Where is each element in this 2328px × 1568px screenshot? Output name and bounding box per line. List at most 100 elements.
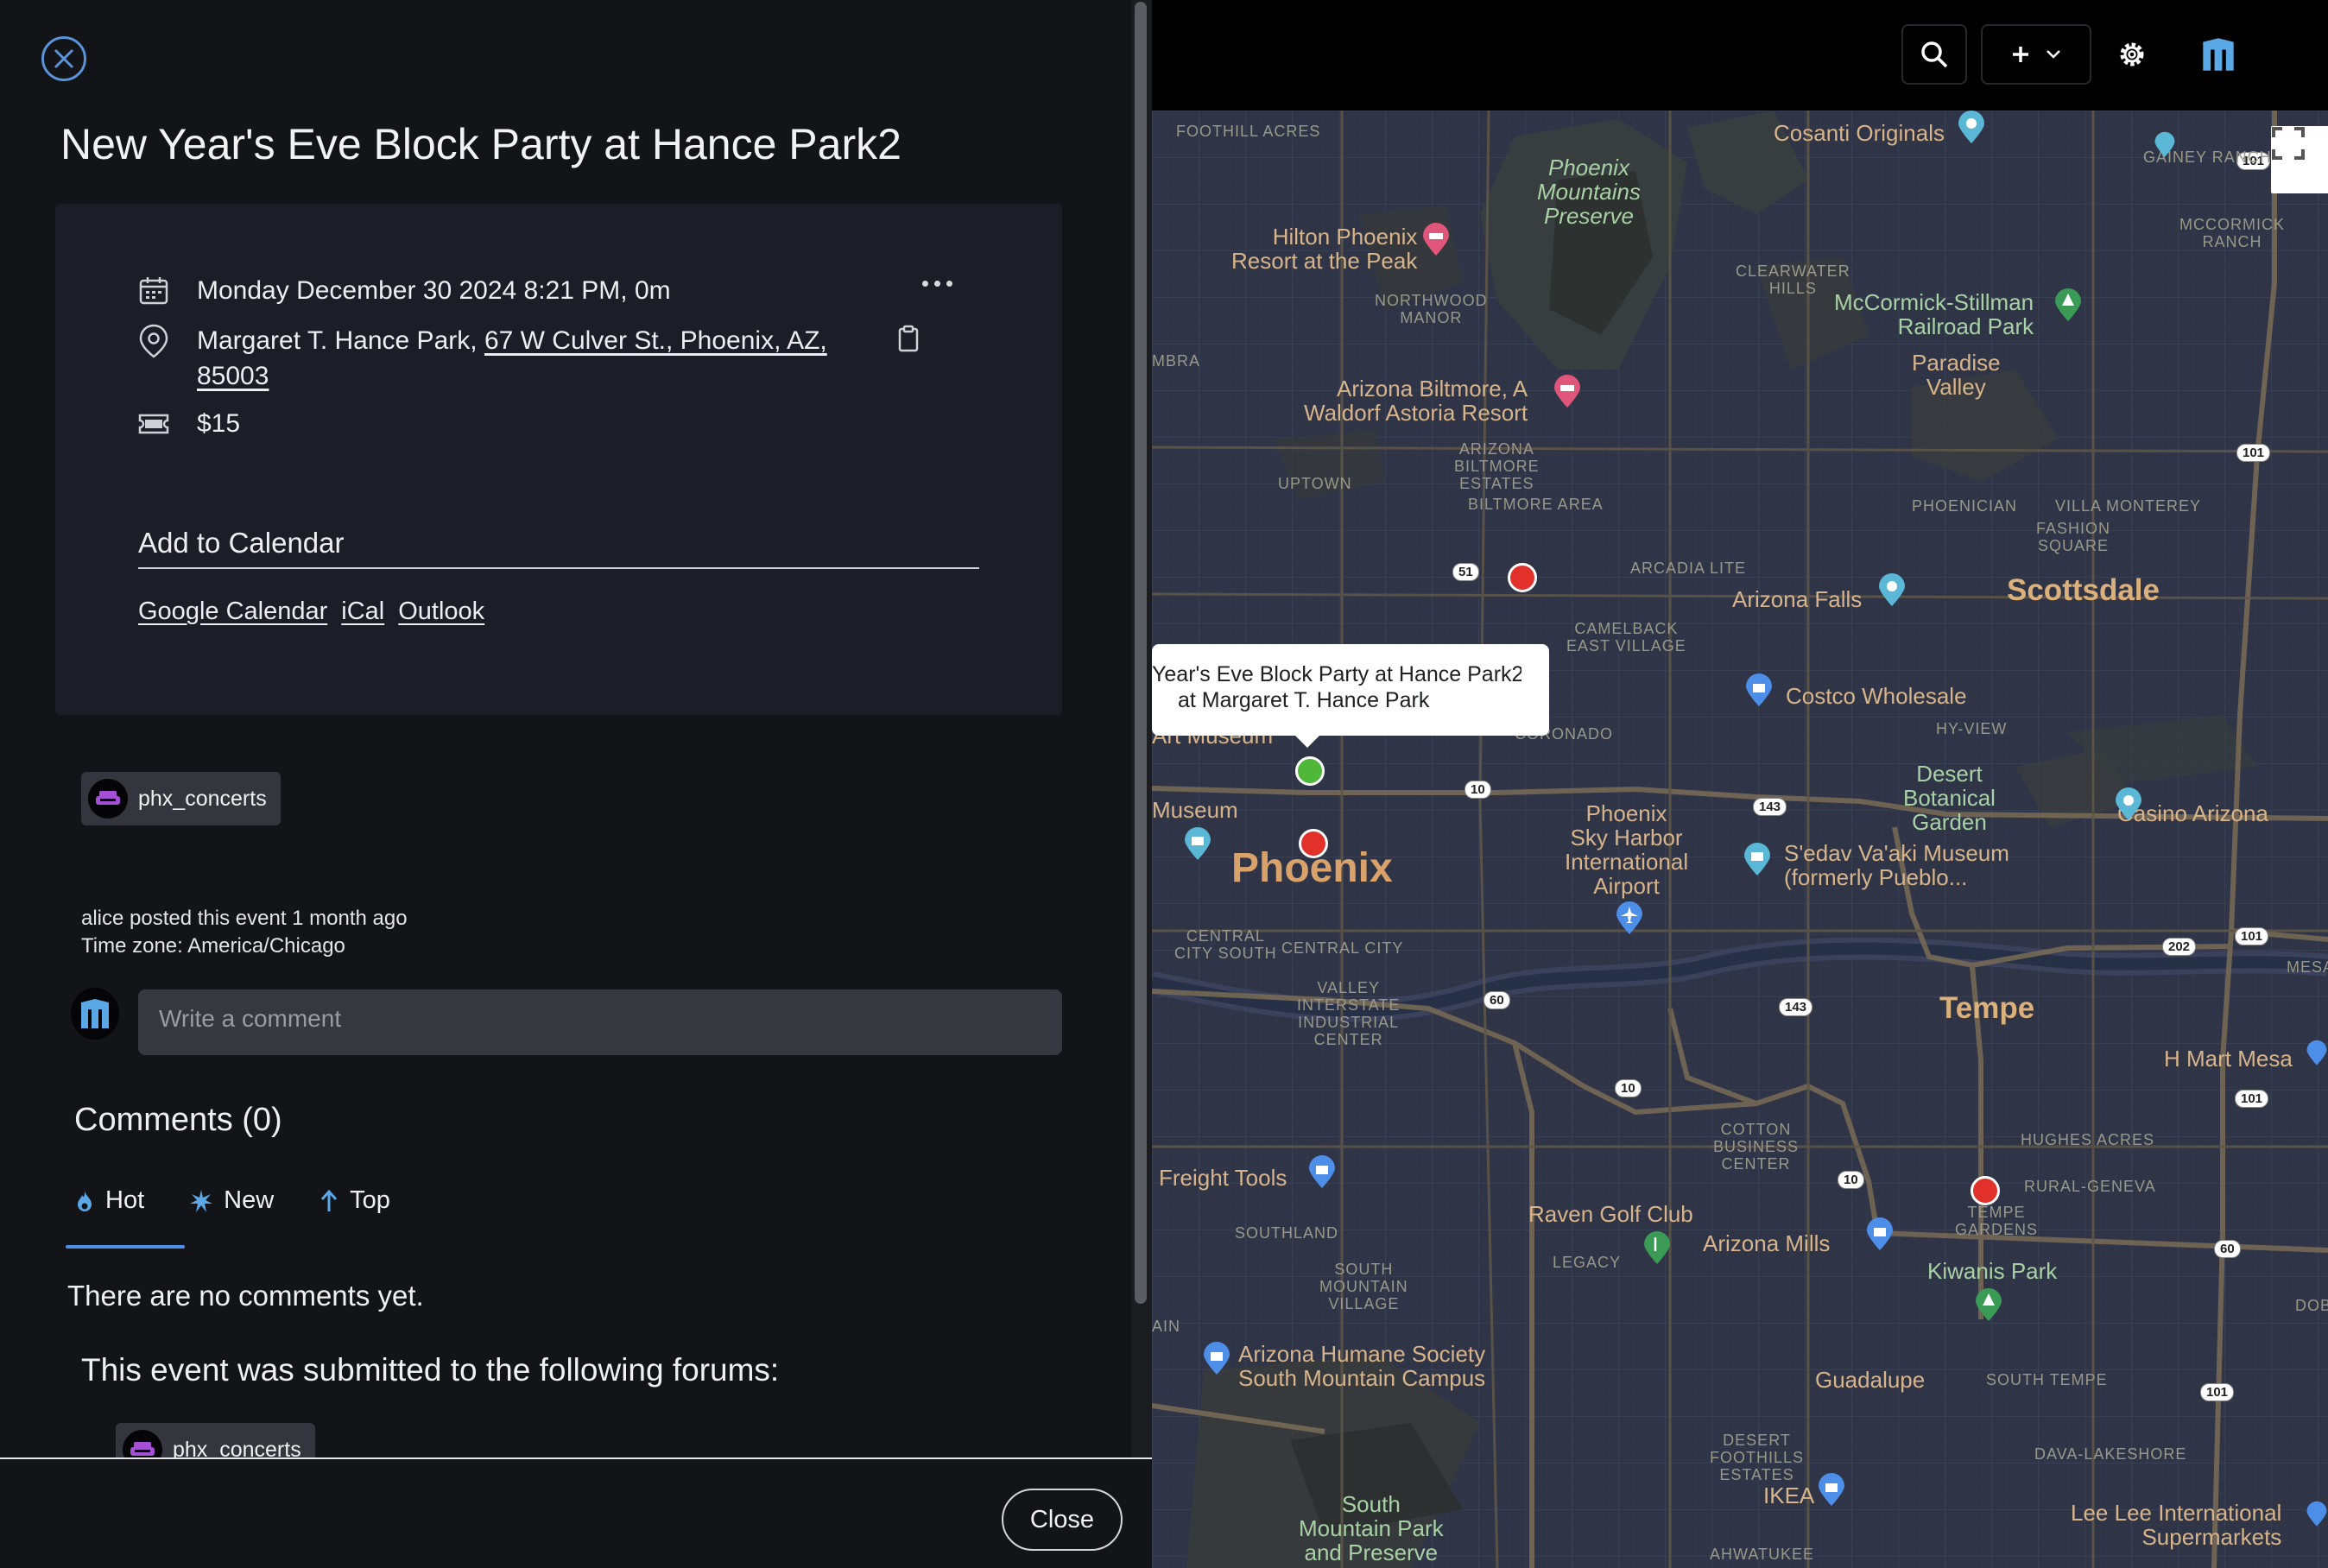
event-pin[interactable]	[1299, 829, 1328, 858]
venue-name: Margaret T. Hance Park,	[197, 326, 478, 355]
panel-footer: Close	[0, 1457, 1152, 1568]
shopping-marker-icon[interactable]	[2306, 1497, 2328, 1532]
dot-icon	[922, 280, 928, 287]
event-pin[interactable]	[1971, 1176, 2000, 1205]
add-to-calendar-label: Add to Calendar	[138, 527, 345, 559]
forum-avatar	[88, 779, 128, 819]
tab-hot-label: Hot	[105, 1186, 145, 1214]
district-label: RURAL-GENEVA	[2024, 1178, 2156, 1195]
museum-marker-icon[interactable]	[1743, 843, 1772, 877]
dot-icon	[934, 280, 940, 287]
park-label: McCormick-Stillman Railroad Park	[1834, 289, 2034, 339]
arrow-up-icon	[321, 1189, 338, 1211]
district-label: LEGACY	[1553, 1254, 1622, 1271]
district-label: AHWATUKEE	[1710, 1546, 1815, 1563]
panel-scroll-area[interactable]: New Year's Eve Block Party at Hance Park…	[0, 0, 1131, 1457]
poi-label: Freight Tools	[1159, 1165, 1287, 1191]
shopping-marker-icon[interactable]	[2306, 1036, 2328, 1071]
shopping-marker-icon[interactable]	[1744, 673, 1774, 708]
tab-top[interactable]: Top	[319, 1186, 390, 1215]
timezone-text: Time zone: America/Chicago	[81, 934, 345, 958]
tab-hot[interactable]: Hot	[74, 1186, 144, 1215]
shopping-marker-icon[interactable]	[1865, 1217, 1895, 1252]
district-label: SOUTH TEMPE	[1986, 1371, 2108, 1388]
map-view[interactable]: 101 101 101 101 101 51 10 143 143 202 60…	[1152, 111, 2328, 1568]
museum-marker-icon[interactable]	[1183, 827, 1212, 862]
fullscreen-button[interactable]	[2271, 126, 2328, 193]
poi-label: Arizona Falls	[1732, 586, 1863, 612]
user-avatar[interactable]	[71, 988, 119, 1040]
shopping-marker-icon[interactable]	[1817, 1473, 1846, 1508]
address-zip-link[interactable]: 85003	[197, 362, 269, 390]
location-pin-icon	[138, 323, 173, 358]
posted-by-text: alice posted this event 1 month ago	[81, 907, 408, 930]
highway-shield: 10	[1838, 1171, 1864, 1189]
calendar-icon	[138, 273, 173, 308]
clipboard-icon	[898, 325, 919, 352]
settings-button[interactable]	[2102, 24, 2162, 85]
camera-marker-icon[interactable]	[2154, 128, 2176, 162]
district-label: MBRA	[1152, 352, 1201, 370]
forums-heading: This event was submitted to the followin…	[81, 1352, 780, 1388]
poi-label: Hilton Phoenix Resort at the Peak	[1231, 224, 1418, 274]
popup-subtitle: at Margaret T. Hance Park	[1178, 688, 1430, 712]
poi-label: H Mart Mesa	[2164, 1046, 2293, 1072]
event-map-popup[interactable]: Year's Eve Block Party at Hance Park2 at…	[1152, 644, 1549, 736]
event-pin[interactable]	[1508, 563, 1537, 592]
district-label: DESERT FOOTHILLS ESTATES	[1710, 1432, 1805, 1483]
close-icon	[54, 48, 74, 69]
poi-label: Cosanti Originals	[1774, 120, 1945, 146]
camera-marker-icon[interactable]	[1957, 111, 1986, 145]
hotel-marker-icon[interactable]	[1421, 223, 1451, 257]
comment-input[interactable]	[138, 989, 1062, 1055]
park-label: Phoenix Mountains Preserve	[1537, 155, 1641, 229]
search-button[interactable]	[1901, 24, 1967, 85]
copy-address-button[interactable]	[896, 325, 920, 352]
address-link[interactable]: 67 W Culver St., Phoenix, AZ,	[484, 326, 827, 355]
camera-marker-icon[interactable]	[1877, 573, 1907, 608]
tab-new[interactable]: New	[189, 1186, 274, 1215]
event-price: $15	[197, 409, 241, 438]
highway-shield: 60	[2214, 1240, 2241, 1258]
district-label: HY-VIEW	[1936, 720, 2008, 737]
park-marker-icon[interactable]	[1974, 1288, 2003, 1323]
selected-event-pin[interactable]	[1295, 756, 1325, 786]
place-label: Guadalupe	[1815, 1367, 1926, 1393]
close-button[interactable]: Close	[1002, 1489, 1123, 1551]
outlook-link[interactable]: Outlook	[398, 597, 484, 626]
golf-marker-icon[interactable]	[1642, 1231, 1672, 1266]
shopping-marker-icon[interactable]	[1202, 1342, 1231, 1376]
district-label: CENTRAL CITY SOUTH	[1174, 927, 1277, 962]
hotel-marker-icon[interactable]	[1553, 375, 1582, 409]
city-label: Scottsdale	[2007, 573, 2160, 607]
active-tab-indicator	[66, 1245, 185, 1249]
create-menu-button[interactable]	[1981, 24, 2091, 85]
forum-tag[interactable]: phx_concerts	[81, 772, 281, 825]
close-panel-button[interactable]	[41, 36, 86, 81]
district-label: UPTOWN	[1278, 475, 1352, 492]
shopping-marker-icon[interactable]	[1307, 1155, 1337, 1190]
ical-link[interactable]: iCal	[341, 597, 384, 626]
district-label: DOB	[2295, 1297, 2328, 1314]
plus-icon	[2013, 47, 2028, 62]
submitted-forum-tag[interactable]: phx_concerts	[116, 1423, 315, 1457]
forum-avatar	[123, 1430, 162, 1457]
district-label: SOUTHLAND	[1235, 1224, 1339, 1242]
google-calendar-link[interactable]: Google Calendar	[138, 597, 327, 626]
empty-comments-text: There are no comments yet.	[67, 1280, 424, 1312]
gear-icon	[2120, 42, 2144, 66]
sparkle-icon	[190, 1189, 213, 1212]
dot-icon	[946, 280, 952, 287]
more-options-button[interactable]	[922, 273, 969, 294]
camera-marker-icon[interactable]	[2114, 787, 2143, 822]
place-label: Paradise Valley	[1912, 350, 2001, 400]
event-detail-panel: New Year's Eve Block Party at Hance Park…	[0, 0, 1152, 1568]
park-marker-icon[interactable]	[2053, 288, 2083, 323]
home-logo-button[interactable]	[2185, 24, 2252, 85]
airport-marker-icon[interactable]	[1615, 901, 1644, 936]
post-meta: alice posted this event 1 month ago Time…	[81, 905, 408, 960]
tab-new-label: New	[224, 1186, 275, 1214]
scrollbar-thumb[interactable]	[1135, 2, 1147, 1304]
popup-pointer	[1295, 736, 1319, 748]
logo-icon	[81, 999, 109, 1028]
